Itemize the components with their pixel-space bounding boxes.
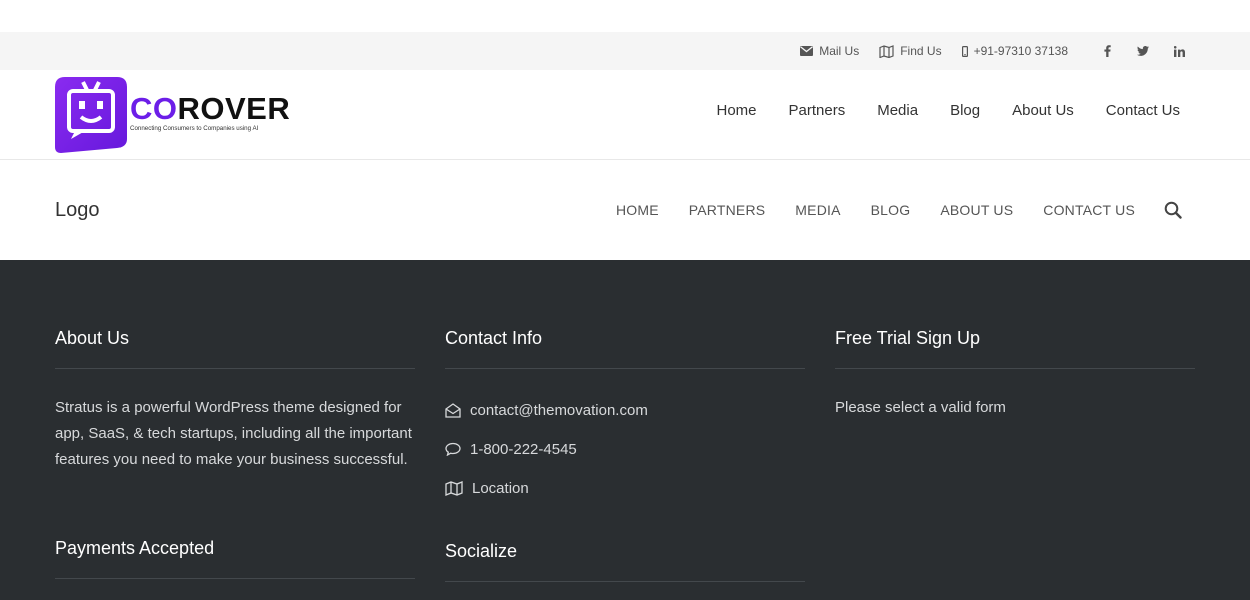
nav-home[interactable]: Home bbox=[716, 102, 756, 119]
phone-link[interactable]: +91-97310 37138 bbox=[961, 44, 1068, 58]
footer-trial-column: Free Trial Sign Up Please select a valid… bbox=[835, 318, 1195, 421]
contact-phone[interactable]: 1-800-222-4545 bbox=[470, 441, 577, 458]
nav-partners[interactable]: Partners bbox=[789, 102, 846, 119]
primary-header: COROVER Connecting Consumers to Companie… bbox=[0, 70, 1250, 160]
contact-phone-row[interactable]: 1-800-222-4545 bbox=[445, 439, 805, 459]
footer-about-divider bbox=[55, 368, 415, 369]
footer-contact-column: Contact Info contact@themovation.com 1-8… bbox=[445, 318, 805, 498]
footer-contact-title: Contact Info bbox=[445, 328, 543, 348]
footer-about-text: Stratus is a powerful WordPress theme de… bbox=[55, 399, 412, 468]
contact-location-row[interactable]: Location bbox=[445, 478, 805, 498]
find-us-link[interactable]: Find Us bbox=[879, 44, 942, 58]
nav-blog[interactable]: Blog bbox=[950, 102, 980, 119]
nav2-blog[interactable]: BLOG bbox=[871, 202, 911, 218]
footer-socialize-title: Socialize bbox=[445, 541, 518, 561]
search-icon bbox=[1164, 201, 1182, 219]
contact-email[interactable]: contact@themovation.com bbox=[470, 402, 648, 419]
wordmark-rover: ROVER bbox=[177, 91, 291, 126]
footer-payments-title: Payments Accepted bbox=[55, 538, 215, 558]
nav2-home[interactable]: HOME bbox=[616, 202, 659, 218]
nav2-media[interactable]: MEDIA bbox=[795, 202, 840, 218]
footer-about-column: About Us Stratus is a powerful WordPress… bbox=[55, 318, 415, 473]
social-links bbox=[1082, 45, 1190, 57]
wordmark-co: CO bbox=[130, 91, 178, 126]
nav-contact-us[interactable]: Contact Us bbox=[1106, 102, 1180, 119]
corover-wordmark-text: COROVER bbox=[130, 93, 290, 125]
secondary-nav: HOME PARTNERS MEDIA BLOG ABOUT US CONTAC… bbox=[586, 160, 1135, 260]
search-button[interactable] bbox=[1164, 201, 1182, 224]
secondary-header: Logo HOME PARTNERS MEDIA BLOG ABOUT US C… bbox=[0, 160, 1250, 260]
nav-media[interactable]: Media bbox=[877, 102, 918, 119]
top-utility-bar: Mail Us Find Us +91-97310 37138 bbox=[0, 32, 1250, 70]
mail-us-link[interactable]: Mail Us bbox=[800, 44, 859, 58]
footer-socialize-divider bbox=[445, 581, 805, 582]
footer-payments-column: Payments Accepted bbox=[55, 528, 415, 579]
nav-about-us[interactable]: About Us bbox=[1012, 102, 1074, 119]
envelope-icon bbox=[800, 46, 814, 56]
corover-tagline: Connecting Consumers to Companies using … bbox=[130, 125, 259, 132]
footer-trial-divider bbox=[835, 368, 1195, 369]
footer-about-title: About Us bbox=[55, 328, 130, 348]
twitter-icon[interactable] bbox=[1132, 46, 1154, 56]
corover-logo[interactable]: COROVER Connecting Consumers to Companie… bbox=[55, 77, 290, 153]
corover-robot-logo-icon bbox=[55, 77, 127, 153]
footer-payments-divider bbox=[55, 578, 415, 579]
footer-trial-text: Please select a valid form bbox=[835, 399, 1006, 416]
phone-label: +91-97310 37138 bbox=[973, 44, 1068, 58]
nav2-about-us[interactable]: ABOUT US bbox=[940, 202, 1013, 218]
mail-us-label: Mail Us bbox=[819, 44, 860, 58]
footer: About Us Stratus is a powerful WordPress… bbox=[0, 260, 1250, 600]
corover-wordmark: COROVER Connecting Consumers to Companie… bbox=[130, 93, 290, 133]
top-utility-links: Mail Us Find Us +91-97310 37138 bbox=[780, 32, 1190, 70]
linkedin-icon[interactable] bbox=[1168, 45, 1190, 57]
primary-nav: Home Partners Media Blog About Us Contac… bbox=[684, 70, 1180, 150]
map-icon bbox=[879, 44, 894, 58]
find-us-label: Find Us bbox=[900, 44, 942, 58]
logo-placeholder[interactable]: Logo bbox=[55, 160, 100, 260]
mobile-phone-icon bbox=[961, 45, 968, 57]
contact-email-row[interactable]: contact@themovation.com bbox=[445, 400, 805, 420]
chat-bubble-icon bbox=[445, 442, 461, 456]
envelope-open-icon bbox=[445, 402, 461, 418]
nav2-contact-us[interactable]: CONTACT US bbox=[1043, 202, 1135, 218]
contact-location[interactable]: Location bbox=[472, 480, 529, 497]
contact-list: contact@themovation.com 1-800-222-4545 L… bbox=[445, 400, 805, 498]
facebook-icon[interactable] bbox=[1096, 45, 1118, 57]
footer-socialize-column: Socialize bbox=[445, 531, 805, 582]
footer-trial-title: Free Trial Sign Up bbox=[835, 328, 981, 348]
footer-contact-divider bbox=[445, 368, 805, 369]
map-icon bbox=[445, 480, 463, 496]
nav2-partners[interactable]: PARTNERS bbox=[689, 202, 766, 218]
